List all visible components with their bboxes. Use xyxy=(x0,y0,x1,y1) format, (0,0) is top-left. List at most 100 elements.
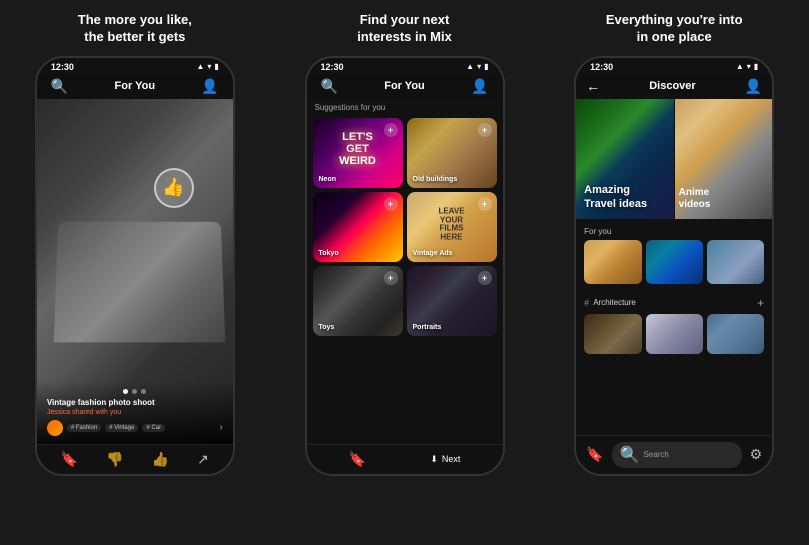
dislike-icon[interactable]: 👎 xyxy=(106,451,123,468)
arch-thumb-2[interactable] xyxy=(646,314,703,354)
thumb-desert[interactable] xyxy=(584,240,641,284)
anime-bg: Animevideos xyxy=(675,99,773,219)
dots-row xyxy=(47,389,223,394)
cell-label-tokyo: Tokyo xyxy=(319,250,339,257)
home-icon-2[interactable]: 🔖 xyxy=(349,451,366,468)
cell-label-portraits: Portraits xyxy=(413,324,442,331)
arch-thumbs xyxy=(584,314,764,354)
status-bar-3: 12:30 ▲ ▾ ▮ xyxy=(576,58,772,74)
next-button[interactable]: ⬇ Next xyxy=(430,454,460,465)
phone1-bottom: Vintage fashion photo shoot Jessica shar… xyxy=(37,381,233,444)
signal-icon-3: ▲ xyxy=(736,62,744,71)
avatar xyxy=(47,420,63,436)
grid-row-2: + Tokyo LEAVEYOURFILMSHERE + Vintage Ads xyxy=(313,192,497,262)
bookmark-icon[interactable]: 🔖 xyxy=(61,451,78,468)
profile-icon-3[interactable]: 👤 xyxy=(745,78,762,95)
chevron-icon: › xyxy=(219,422,222,433)
travel-bg: AmazingTravel ideas xyxy=(576,99,674,219)
grid-cell-tokyo[interactable]: + Tokyo xyxy=(313,192,403,262)
search-bar[interactable]: 🔍 Search xyxy=(612,442,742,468)
plus-badge-toys[interactable]: + xyxy=(384,271,398,285)
battery-icon: ▮ xyxy=(214,62,218,71)
profile-icon-2[interactable]: 👤 xyxy=(471,78,488,95)
cell-label-neon: Neon xyxy=(319,176,337,183)
back-icon-3[interactable]: ← xyxy=(586,78,600,94)
caption-sub: Jessica shared with you xyxy=(47,409,223,416)
bottom-toolbar-2: 🔖 ⬇ Next xyxy=(307,444,503,474)
battery-icon-2: ▮ xyxy=(484,62,488,71)
grid-row-3: + Toys + Portraits xyxy=(313,266,497,336)
travel-label: AmazingTravel ideas xyxy=(584,184,647,210)
cell-label-vintage: Vintage Ads xyxy=(413,250,453,257)
cell-label-toys: Toys xyxy=(319,324,335,331)
nav-title-1: For You xyxy=(115,80,156,92)
tag-car[interactable]: # Car xyxy=(142,424,165,432)
plus-badge-tokyo[interactable]: + xyxy=(384,197,398,211)
search-icon-2[interactable]: 🔍 xyxy=(321,78,338,95)
hero-cell-travel[interactable]: AmazingTravel ideas xyxy=(576,99,675,219)
dot-3 xyxy=(141,389,146,394)
suggestions-label: Suggestions for you xyxy=(313,103,497,112)
status-time-1: 12:30 xyxy=(51,62,74,72)
nav-title-2: For You xyxy=(384,80,425,92)
panel-3: Everything you're intoin one place 12:30… xyxy=(539,0,809,545)
grid-cell-toys[interactable]: + Toys xyxy=(313,266,403,336)
signal-icon-2: ▲ xyxy=(466,62,474,71)
app-container: The more you like,the better it gets 12:… xyxy=(0,0,809,545)
panel-3-title: Everything you're intoin one place xyxy=(606,12,743,46)
phone3-content: AmazingTravel ideas Animevideos For you xyxy=(576,99,772,435)
phone2-content: Suggestions for you LET'SGETWEIRD + Neon… xyxy=(307,99,503,444)
battery-icon-3: ▮ xyxy=(754,62,758,71)
search-icon-3: 🔍 xyxy=(620,445,640,465)
dot-1 xyxy=(123,389,128,394)
cell-label-old: Old buildings xyxy=(413,176,458,183)
grid-cell-neon[interactable]: LET'SGETWEIRD + Neon xyxy=(313,118,403,188)
vintage-text: LEAVEYOURFILMSHERE xyxy=(438,207,464,242)
bottom-toolbar-1: 🔖 👎 👍 ↗ xyxy=(37,444,233,474)
tag-vintage[interactable]: # Vintage xyxy=(105,424,138,432)
status-icons-1: ▲ ▾ ▮ xyxy=(196,62,218,71)
wifi-icon-2: ▾ xyxy=(477,62,481,71)
thumb-ocean[interactable] xyxy=(646,240,703,284)
arch-label: # Architecture xyxy=(584,298,636,308)
plus-badge-vintage[interactable]: + xyxy=(478,197,492,211)
home-icon-3[interactable]: 🔖 xyxy=(586,446,603,463)
hero-cell-anime[interactable]: Animevideos xyxy=(675,99,773,219)
phone1-content: 👍 Vintage fashion photo shoot Jessica sh… xyxy=(37,99,233,444)
plus-badge-portraits[interactable]: + xyxy=(478,271,492,285)
wifi-icon-3: ▾ xyxy=(747,62,751,71)
hash-icon: # xyxy=(584,298,589,308)
search-placeholder: Search xyxy=(644,450,669,459)
grid-row-1: LET'SGETWEIRD + Neon + Old buildings xyxy=(313,118,497,188)
anime-label: Animevideos xyxy=(679,187,711,211)
phone-3: 12:30 ▲ ▾ ▮ ← Discover 👤 Amaz xyxy=(574,56,774,476)
grid-cell-vintage[interactable]: LEAVEYOURFILMSHERE + Vintage Ads xyxy=(407,192,497,262)
dot-2 xyxy=(132,389,137,394)
plus-badge-old[interactable]: + xyxy=(478,123,492,137)
filter-icon[interactable]: ⚙ xyxy=(750,446,763,463)
status-time-3: 12:30 xyxy=(590,62,613,72)
nav-bar-3: ← Discover 👤 xyxy=(576,74,772,99)
arch-thumb-1[interactable] xyxy=(584,314,641,354)
grid-cell-portraits[interactable]: + Portraits xyxy=(407,266,497,336)
like-icon[interactable]: 👍 xyxy=(152,451,169,468)
status-time-2: 12:30 xyxy=(321,62,344,72)
arch-plus-icon[interactable]: + xyxy=(757,296,764,310)
arch-thumb-3[interactable] xyxy=(707,314,764,354)
panel-2-title: Find your nextinterests in Mix xyxy=(357,12,452,46)
nav-title-3: Discover xyxy=(649,80,695,92)
arch-section: # Architecture + xyxy=(576,294,772,356)
status-icons-3: ▲ ▾ ▮ xyxy=(736,62,758,71)
grid-cell-old-buildings[interactable]: + Old buildings xyxy=(407,118,497,188)
thumb-coast[interactable] xyxy=(707,240,764,284)
share-icon[interactable]: ↗ xyxy=(197,451,209,468)
status-bar-1: 12:30 ▲ ▾ ▮ xyxy=(37,58,233,74)
profile-icon-1[interactable]: 👤 xyxy=(201,78,218,95)
tag-fashion[interactable]: # Fashion xyxy=(67,424,101,432)
search-icon-1[interactable]: 🔍 xyxy=(51,78,68,95)
wifi-icon: ▾ xyxy=(207,62,211,71)
plus-badge-neon[interactable]: + xyxy=(384,123,398,137)
arch-text: Architecture xyxy=(593,298,636,307)
for-you-label: For you xyxy=(584,227,764,236)
status-bar-2: 12:30 ▲ ▾ ▮ xyxy=(307,58,503,74)
